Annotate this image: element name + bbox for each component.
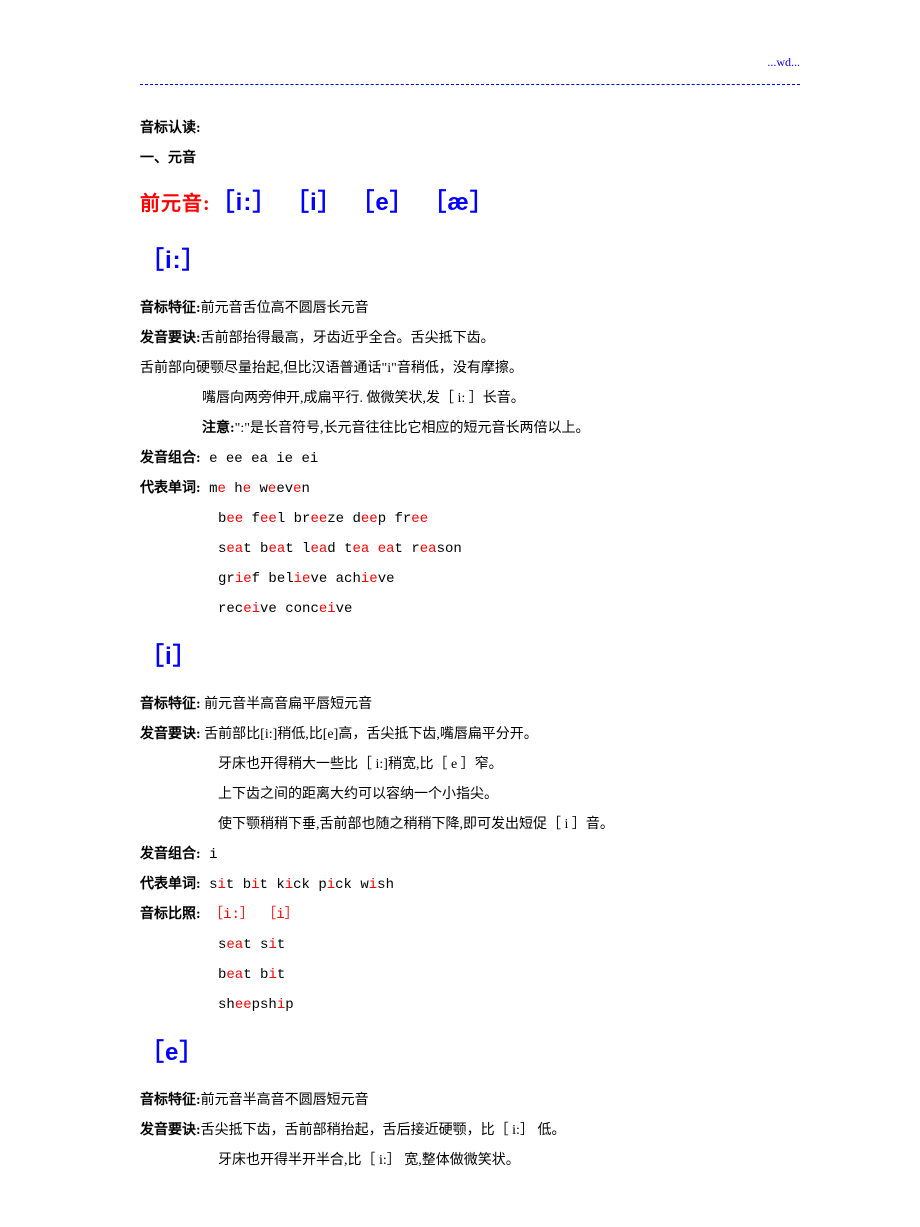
header-rule — [140, 84, 800, 85]
label-words: 代表单词: — [140, 877, 201, 892]
header-wd: ...wd... — [140, 50, 800, 74]
ii-words-line5: receive conceive — [140, 595, 800, 623]
label-combo: 发音组合: — [140, 847, 201, 862]
label-key: 发音要诀: — [140, 727, 201, 742]
ii-key: 发音要诀:舌前部抬得最高，牙齿近乎全合。舌尖抵下齿。 — [140, 325, 800, 353]
words-row: sit bit kick pick wish — [201, 877, 394, 893]
text-feature: 前元音半高音不圆唇短元音 — [201, 1093, 369, 1108]
ii-words-line1: 代表单词: me he weeven — [140, 475, 800, 503]
label-feature: 音标特征: — [140, 697, 201, 712]
text-key: 舌前部比[i:]稍低,比[e]高，舌尖抵下齿,嘴唇扁平分开。 — [201, 727, 538, 742]
i-compare-2: beat bit — [140, 961, 800, 989]
title-vowels: 一、元音 — [140, 145, 800, 173]
text-combo: e ee ea ie ei — [201, 451, 319, 467]
text-key: 舌前部抬得最高，牙齿近乎全合。舌尖抵下齿。 — [201, 331, 495, 346]
i-line2: 牙床也开得稍大一些比［ i:]稍宽,比［ e ］窄。 — [140, 751, 800, 779]
ii-note: 注意:":"是长音符号,长元音往往比它相应的短元音长两倍以上。 — [140, 415, 800, 443]
label-note: 注意: — [202, 421, 235, 436]
i-compare-header: 音标比照: ［i:］ ［i］ — [140, 901, 800, 929]
ii-words-line2: bee feel breeze deep free — [140, 505, 800, 533]
words-row: me he weeven — [201, 481, 310, 497]
ii-combo: 发音组合: e ee ea ie ei — [140, 445, 800, 473]
ii-words-line4: grief believe achieve — [140, 565, 800, 593]
ipa-ii-header: ［i:］ — [140, 237, 800, 285]
i-compare-3: sheepship — [140, 991, 800, 1019]
text-note: ":"是长音符号,长元音往往比它相应的短元音长两倍以上。 — [235, 421, 590, 436]
label-feature: 音标特征: — [140, 301, 201, 316]
label-key: 发音要诀: — [140, 1123, 201, 1138]
ii-words-line3: seat beat lead tea eat reason — [140, 535, 800, 563]
front-vowels-label: 前元音: — [140, 193, 211, 215]
ipa-e-header: ［e］ — [140, 1029, 800, 1077]
i-feature: 音标特征: 前元音半高音扁平唇短元音 — [140, 691, 800, 719]
ipa-i-header: ［i］ — [140, 633, 800, 681]
i-compare-1: seat sit — [140, 931, 800, 959]
title-phonetic-reading: 音标认读: — [140, 115, 800, 143]
i-combo: 发音组合: i — [140, 841, 800, 869]
ii-feature: 音标特征:前元音舌位高不圆唇长元音 — [140, 295, 800, 323]
i-words-line1: 代表单词: sit bit kick pick wish — [140, 871, 800, 899]
i-key: 发音要诀: 舌前部比[i:]稍低,比[e]高，舌尖抵下齿,嘴唇扁平分开。 — [140, 721, 800, 749]
text-feature: 前元音舌位高不圆唇长元音 — [201, 301, 369, 316]
text-key: 舌尖抵下齿，舌前部稍抬起，舌后接近硬颚，比［ i:］ 低。 — [201, 1123, 566, 1138]
text-combo: i — [201, 847, 218, 863]
text-feature: 前元音半高音扁平唇短元音 — [201, 697, 373, 712]
front-vowels-line: 前元音:［i:］ ［i］ ［e］ ［æ］ — [140, 179, 800, 227]
e-line2: 牙床也开得半开半合,比［ i:］ 宽,整体做微笑状。 — [140, 1147, 800, 1175]
ii-line3: 嘴唇向两旁伸开,成扁平行. 做微笑状,发［ i: ］长音。 — [140, 385, 800, 413]
label-compare: 音标比照: — [140, 907, 201, 922]
label-feature: 音标特征: — [140, 1093, 201, 1108]
label-combo: 发音组合: — [140, 451, 201, 466]
front-vowels-ipa: ［i:］ ［i］ ［e］ ［æ］ — [211, 189, 495, 216]
e-feature: 音标特征:前元音半高音不圆唇短元音 — [140, 1087, 800, 1115]
i-line3: 上下齿之间的距离大约可以容纳一个小指尖。 — [140, 781, 800, 809]
ii-line2: 舌前部向硬颚尽量抬起,但比汉语普通话"i"音稍低，没有摩擦。 — [140, 355, 800, 383]
compare-ipa: ［i:］ ［i］ — [201, 907, 299, 923]
label-key: 发音要诀: — [140, 331, 201, 346]
e-key: 发音要诀:舌尖抵下齿，舌前部稍抬起，舌后接近硬颚，比［ i:］ 低。 — [140, 1117, 800, 1145]
i-line4: 使下颚稍稍下垂,舌前部也随之稍稍下降,即可发出短促［ i ］音。 — [140, 811, 800, 839]
label-words: 代表单词: — [140, 481, 201, 496]
